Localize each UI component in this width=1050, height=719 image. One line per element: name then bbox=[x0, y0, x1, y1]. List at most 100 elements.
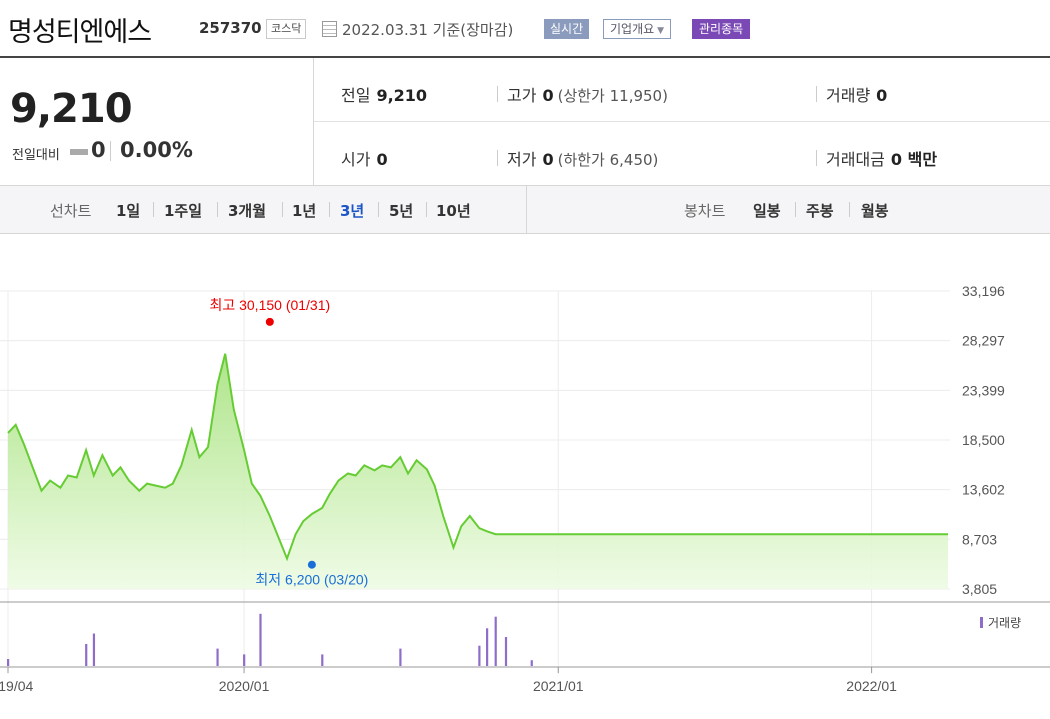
price-chart: 최고 30,150 (01/31) 최저 6,200 (03/20) 33,196… bbox=[0, 283, 1050, 694]
realtime-button[interactable]: 실시간 bbox=[544, 19, 590, 39]
stock-code: 257370 bbox=[199, 19, 262, 37]
volume-legend-swatch bbox=[980, 617, 983, 628]
period-10y[interactable]: 10년 bbox=[436, 200, 471, 221]
open-price: 시가 0 bbox=[341, 146, 388, 170]
stock-name: 명성티엔에스 bbox=[8, 17, 152, 48]
volume-bar bbox=[478, 645, 481, 666]
divider bbox=[816, 86, 817, 102]
volume-bar bbox=[494, 616, 497, 666]
company-overview-label: 기업개요 bbox=[610, 22, 655, 36]
x-tick-label: 2020/01 bbox=[219, 678, 270, 694]
quote-panel: 9,210 전일대비 0 0.00% 전일 9,210 고가 0 (상한가 11,95… bbox=[0, 56, 1050, 186]
high-label: 고가 bbox=[507, 86, 537, 105]
high-marker bbox=[265, 317, 274, 326]
low-label: 저가 bbox=[507, 150, 537, 169]
volume-legend: 거래량 bbox=[988, 616, 1021, 630]
volume-bar bbox=[92, 633, 96, 666]
prev-close: 전일 9,210 bbox=[341, 82, 427, 106]
divider bbox=[282, 202, 283, 217]
volume-bar bbox=[530, 660, 533, 666]
managed-stock-badge: 관리종목 bbox=[692, 19, 751, 39]
calendar-icon bbox=[322, 21, 337, 37]
x-tick-label: 2022/01 bbox=[846, 678, 897, 694]
chevron-down-icon: ▼ bbox=[657, 26, 665, 36]
period-1y[interactable]: 1년 bbox=[292, 200, 316, 221]
divider bbox=[849, 202, 850, 217]
open-value: 0 bbox=[376, 150, 388, 169]
period-1w[interactable]: 1주일 bbox=[164, 200, 202, 221]
prev-label: 전일 bbox=[341, 86, 371, 105]
y-axis: 33,196 28,297 23,399 18,500 13,602 8,703 3,805 bbox=[962, 283, 1005, 597]
x-axis: 2019/04 2020/01 2021/01 2022/01 bbox=[0, 667, 897, 694]
change-value: 0 bbox=[91, 138, 106, 162]
low-marker bbox=[307, 560, 316, 569]
upper-limit: (상한가 11,950) bbox=[557, 87, 668, 105]
period-1d[interactable]: 1일 bbox=[116, 200, 140, 221]
volume-bar bbox=[216, 648, 219, 666]
company-overview-dropdown[interactable]: 기업개요 ▼ bbox=[603, 19, 672, 39]
trade-amount: 거래대금 0 백만 bbox=[826, 146, 937, 170]
lower-limit: (하한가 6,450) bbox=[557, 151, 659, 169]
stock-header: 명성티엔에스 257370 코스닥 2022.03.31 기준(장마감) 실시간… bbox=[0, 0, 1050, 56]
candle-weekly[interactable]: 주봉 bbox=[806, 200, 834, 221]
prev-value: 9,210 bbox=[376, 86, 428, 105]
base-date: 2022.03.31 기준(장마감) bbox=[342, 21, 514, 39]
low-label: 최저 6,200 (03/20) bbox=[255, 572, 368, 588]
day-high: 고가 0 (상한가 11,950) bbox=[507, 82, 668, 106]
open-label: 시가 bbox=[341, 150, 371, 169]
divider bbox=[497, 86, 498, 102]
y-tick-label: 3,805 bbox=[962, 581, 997, 597]
y-tick-label: 8,703 bbox=[962, 531, 997, 547]
candle-chart-label: 봉차트 bbox=[684, 202, 726, 220]
grid bbox=[0, 290, 1050, 674]
volume-bar bbox=[486, 628, 489, 666]
amount-value: 0 백만 bbox=[890, 150, 938, 169]
market-badge: 코스닥 bbox=[266, 19, 307, 39]
volume-bars bbox=[7, 613, 533, 666]
divider bbox=[153, 202, 154, 217]
amount-label: 거래대금 bbox=[826, 150, 885, 169]
y-tick-label: 23,399 bbox=[962, 382, 1005, 398]
candle-daily[interactable]: 일봉 bbox=[753, 200, 781, 221]
period-5y[interactable]: 5년 bbox=[389, 200, 413, 221]
divider bbox=[217, 202, 218, 217]
volume-value: 0 bbox=[876, 86, 888, 105]
volume-bar bbox=[504, 637, 508, 666]
current-price: 9,210 bbox=[10, 86, 133, 132]
x-tick-label: 2021/01 bbox=[533, 678, 584, 694]
flat-icon bbox=[70, 149, 88, 155]
high-label: 최고 30,150 (01/31) bbox=[209, 297, 330, 313]
divider bbox=[329, 202, 330, 217]
row-divider bbox=[314, 121, 1050, 122]
price-area bbox=[8, 353, 948, 589]
candle-monthly[interactable]: 월봉 bbox=[861, 200, 889, 221]
divider bbox=[795, 202, 796, 217]
price-box: 9,210 전일대비 0 0.00% bbox=[0, 58, 314, 186]
line-chart-label: 선차트 bbox=[50, 202, 92, 220]
day-low: 저가 0 (하한가 6,450) bbox=[507, 146, 658, 170]
divider bbox=[378, 202, 379, 217]
y-tick-label: 13,602 bbox=[962, 482, 1005, 498]
volume-bar bbox=[7, 659, 10, 666]
divider bbox=[816, 150, 817, 166]
period-bar: 선차트 1일 1주일 3개월 1년 3년 5년 10년 봉차트 일봉 주봉 월봉 bbox=[0, 186, 1050, 234]
volume-bar bbox=[85, 643, 88, 666]
divider bbox=[110, 141, 111, 161]
period-3m[interactable]: 3개월 bbox=[228, 200, 266, 221]
change-percent: 0.00% bbox=[120, 138, 193, 162]
volume-label: 거래량 bbox=[826, 86, 871, 105]
volume-bar bbox=[243, 654, 246, 666]
divider bbox=[526, 186, 527, 233]
low-value: 0 bbox=[542, 150, 554, 169]
y-tick-label: 28,297 bbox=[962, 333, 1005, 349]
volume-bar bbox=[259, 613, 262, 666]
y-tick-label: 18,500 bbox=[962, 432, 1005, 448]
volume-bar bbox=[399, 648, 402, 666]
x-tick-label: 2019/04 bbox=[0, 678, 34, 694]
divider bbox=[497, 150, 498, 166]
change-label: 전일대비 bbox=[12, 148, 60, 163]
high-value: 0 bbox=[542, 86, 554, 105]
volume-bar bbox=[321, 654, 324, 666]
period-3y[interactable]: 3년 bbox=[340, 200, 364, 221]
divider bbox=[426, 202, 427, 217]
